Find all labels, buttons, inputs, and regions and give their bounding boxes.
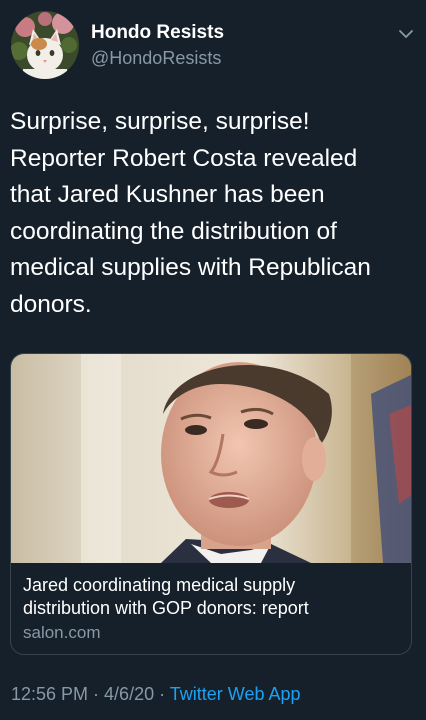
link-card-image <box>11 354 411 563</box>
tweet-text-line: coordinating the distribution of <box>10 217 337 245</box>
tweet-text-line: donors. <box>10 290 92 318</box>
link-card-domain: salon.com <box>23 623 101 642</box>
meta-separator: · <box>154 684 170 704</box>
link-card-title: Jared coordinating medical supply distri… <box>23 574 403 620</box>
tweet-time[interactable]: 12:56 PM <box>11 684 88 704</box>
link-card-title-line: distribution with GOP donors: report <box>23 598 309 618</box>
avatar-image <box>11 11 79 79</box>
tweet-source-app-link[interactable]: Twitter Web App <box>170 684 301 704</box>
chevron-down-icon[interactable] <box>396 24 416 44</box>
author-handle[interactable]: @HondoResists <box>91 48 221 69</box>
link-card-title-line: Jared coordinating medical supply <box>23 575 296 595</box>
author-display-name[interactable]: Hondo Resists <box>91 22 224 44</box>
avatar[interactable] <box>11 11 79 79</box>
tweet-text: Surprise, surprise, surprise! Reporter R… <box>10 104 416 323</box>
tweet-text-line: Reporter Robert Costa revealed <box>10 144 358 172</box>
link-card[interactable]: Jared coordinating medical supply distri… <box>10 353 412 655</box>
tweet-text-line: that Jared Kushner has been <box>10 181 325 208</box>
tweet-meta: 12:56 PM · 4/6/20 · Twitter Web App <box>11 684 301 705</box>
tweet-text-line: medical supplies with Republican <box>10 254 371 281</box>
tweet-date[interactable]: 4/6/20 <box>104 684 154 704</box>
meta-separator: · <box>88 684 105 704</box>
tweet-text-line: Surprise, surprise, surprise! <box>10 108 310 135</box>
